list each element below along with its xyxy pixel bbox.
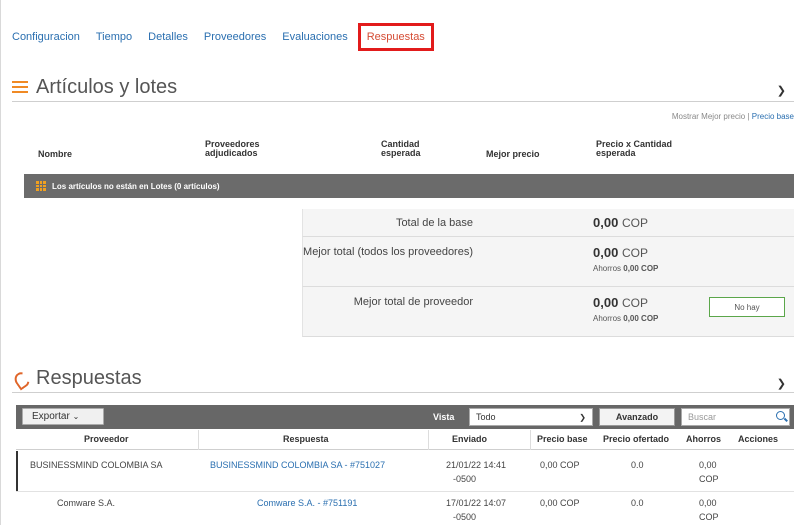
col-header-supplier[interactable]: Proveedor [84,434,129,444]
base-price: 0,00 COP [540,498,580,508]
base-price: 0,00 COP [540,460,580,470]
view-select[interactable]: Todo ❯ [469,408,593,426]
savings-unit: COP [699,474,719,484]
total-label: Mejor total de proveedor [353,296,473,308]
column-separator [530,430,531,450]
total-label: Mejor total (todos los proveedores) [303,246,473,258]
col-header-best-price: Mejor precio [486,149,540,159]
row-selection-indicator [16,451,18,491]
totals-panel: Total de la base 0,00 COP Mejor total (t… [302,209,794,337]
sent-date: 17/01/22 14:07 [446,498,507,508]
advanced-button[interactable]: Avanzado [599,408,675,426]
col-header-awarded-suppliers: Proveedores adjudicados [205,139,260,158]
search-icon[interactable] [776,411,785,420]
items-section-title: Artículos y lotes [36,75,178,98]
price-view-toggle: Mostrar Mejor precio | Precio base [671,112,794,121]
tab-evaluaciones[interactable]: Evaluaciones [282,31,347,43]
total-row-best-supplier: Mejor total de proveedor 0,00 COP Ahorro… [302,287,794,337]
responses-icon [12,370,28,386]
offered-price: 0.0 [631,498,644,508]
sent-timezone: -0500 [453,474,477,484]
responses-section-title: Respuestas [36,366,142,389]
chevron-down-icon[interactable]: ❯ [777,377,786,390]
col-header-offered-price[interactable]: Precio ofertado [603,434,669,444]
total-label: Total de la base [395,217,473,229]
no-hay-button[interactable]: No hay [709,297,785,317]
responses-toolbar: Exportar ⌄ Vista Todo ❯ Avanzado Buscar [16,405,794,429]
chevron-down-icon: ❯ [579,412,586,422]
column-separator [198,430,199,450]
total-value: 0,00 COP [593,215,648,230]
col-header-sent[interactable]: Enviado [452,434,487,444]
export-button[interactable]: Exportar ⌄ [22,408,104,425]
items-section-header: Artículos y lotes ❯ [12,73,794,101]
offered-price: 0.0 [631,460,644,470]
total-row-best-all: Mejor total (todos los proveedores) 0,00… [302,237,794,287]
group-bar-label: Los artículos no están en Lotes (0 artíc… [52,181,220,191]
tab-detalles[interactable]: Detalles [148,31,188,43]
view-label: Vista [433,412,455,422]
col-header-base-price[interactable]: Precio base [537,434,588,444]
savings-unit: COP [699,512,719,522]
base-price-link[interactable]: Precio base [752,112,794,121]
tab-tiempo[interactable]: Tiempo [96,31,132,43]
response-link[interactable]: BUSINESSMIND COLOMBIA SA - #751027 [210,459,385,472]
show-best-price-link[interactable]: Mostrar Mejor precio [672,112,745,121]
sent-date: 21/01/22 14:41 [446,460,507,470]
supplier-name: Comware S.A. [57,498,116,508]
col-header-savings[interactable]: Ahorros [686,434,721,444]
response-link[interactable]: Comware S.A. - #751191 [257,497,357,510]
divider [12,101,794,102]
chevron-down-icon[interactable]: ❯ [777,84,786,97]
supplier-name: BUSINESSMIND COLOMBIA SA [30,460,163,470]
col-header-price-x-qty: Precio x Cantidad esperada [596,139,673,158]
col-header-expected-qty: Cantidad esperada [381,139,421,158]
row-divider [16,491,794,492]
column-separator [428,430,429,450]
col-header-response[interactable]: Respuesta [283,434,329,444]
items-group-bar[interactable]: Los artículos no están en Lotes (0 artíc… [24,174,794,198]
tab-respuestas[interactable]: Respuestas [357,23,434,51]
total-row-base: Total de la base 0,00 COP [302,209,794,237]
list-icon [12,81,28,93]
responses-header-row [16,430,794,450]
savings-text: Ahorros 0,00 COP [593,314,659,323]
tab-proveedores[interactable]: Proveedores [204,31,266,43]
sent-timezone: -0500 [453,512,477,522]
col-header-actions: Acciones [738,434,779,444]
savings-text: Ahorros 0,00 COP [593,264,659,273]
divider [12,392,794,393]
responses-section-header: Respuestas ❯ [12,364,794,392]
tab-configuracion[interactable]: Configuracion [12,31,80,43]
search-input[interactable]: Buscar [681,408,790,426]
savings-value: 0,00 [699,460,717,470]
savings-value: 0,00 [699,498,717,508]
grid-icon [36,181,46,191]
event-tabs: Configuracion Tiempo Detalles Proveedore… [12,23,450,51]
col-header-name: Nombre [38,149,73,159]
total-value: 0,00 COP [593,295,648,310]
total-value: 0,00 COP [593,245,648,260]
left-border [0,0,1,525]
